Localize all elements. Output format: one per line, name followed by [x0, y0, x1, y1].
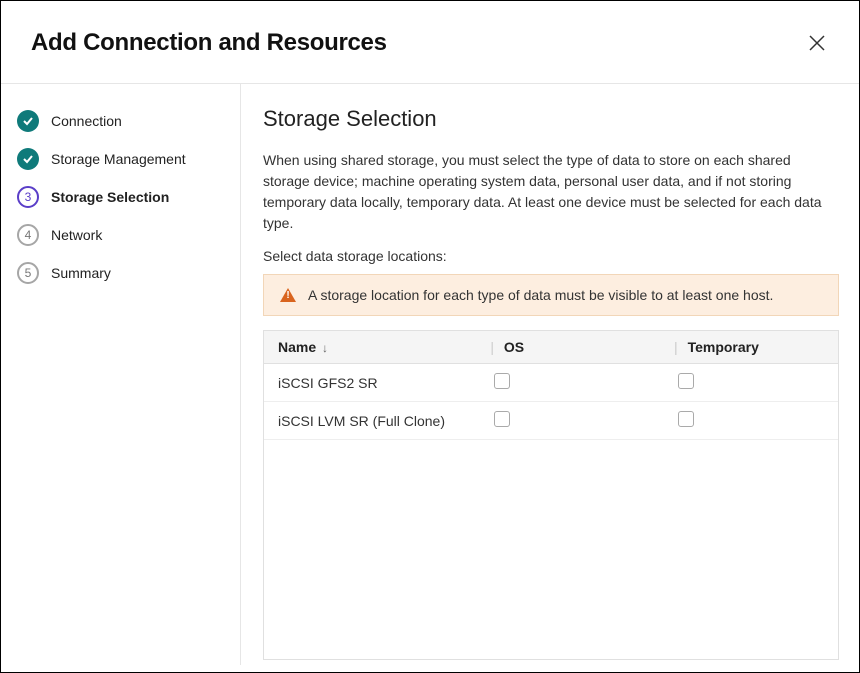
- step-label: Connection: [51, 113, 122, 129]
- wizard-steps-sidebar: Connection Storage Management 3 Storage …: [1, 84, 241, 665]
- step-number-icon: 4: [17, 224, 39, 246]
- step-label: Storage Selection: [51, 189, 169, 205]
- close-button[interactable]: [805, 31, 829, 55]
- sort-arrow-down-icon: ↓: [322, 341, 328, 355]
- step-label: Network: [51, 227, 102, 243]
- storage-name-cell: iSCSI GFS2 SR: [264, 364, 476, 402]
- column-label: Temporary: [688, 339, 759, 355]
- column-label: OS: [504, 339, 524, 355]
- page-description: When using shared storage, you must sele…: [263, 150, 839, 234]
- step-network[interactable]: 4 Network: [17, 216, 224, 254]
- step-label: Summary: [51, 265, 111, 281]
- check-icon: [17, 110, 39, 132]
- step-connection[interactable]: Connection: [17, 102, 224, 140]
- page-title: Storage Selection: [263, 106, 839, 132]
- os-checkbox[interactable]: [494, 411, 510, 427]
- dialog-title: Add Connection and Resources: [31, 29, 387, 57]
- column-label: Name: [278, 339, 316, 355]
- check-icon: [17, 148, 39, 170]
- warning-icon: [280, 288, 296, 302]
- step-label: Storage Management: [51, 151, 186, 167]
- column-header-name[interactable]: Name ↓: [264, 331, 476, 364]
- storage-name-cell: iSCSI LVM SR (Full Clone): [264, 402, 476, 440]
- subheading: Select data storage locations:: [263, 248, 839, 264]
- alert-text: A storage location for each type of data…: [308, 287, 773, 303]
- step-summary[interactable]: 5 Summary: [17, 254, 224, 292]
- temporary-checkbox[interactable]: [678, 373, 694, 389]
- column-separator: |: [490, 339, 494, 355]
- step-storage-management[interactable]: Storage Management: [17, 140, 224, 178]
- temporary-checkbox[interactable]: [678, 411, 694, 427]
- step-number-icon: 5: [17, 262, 39, 284]
- storage-table: Name ↓ | OS | Temporary: [263, 330, 839, 660]
- close-icon: [808, 34, 826, 52]
- column-separator: |: [674, 339, 678, 355]
- warning-alert: A storage location for each type of data…: [263, 274, 839, 316]
- table-row: iSCSI LVM SR (Full Clone): [264, 402, 838, 440]
- column-header-temporary[interactable]: | Temporary: [660, 331, 838, 364]
- table-row: iSCSI GFS2 SR: [264, 364, 838, 402]
- os-checkbox[interactable]: [494, 373, 510, 389]
- column-header-os[interactable]: | OS: [476, 331, 660, 364]
- step-number-icon: 3: [17, 186, 39, 208]
- step-storage-selection[interactable]: 3 Storage Selection: [17, 178, 224, 216]
